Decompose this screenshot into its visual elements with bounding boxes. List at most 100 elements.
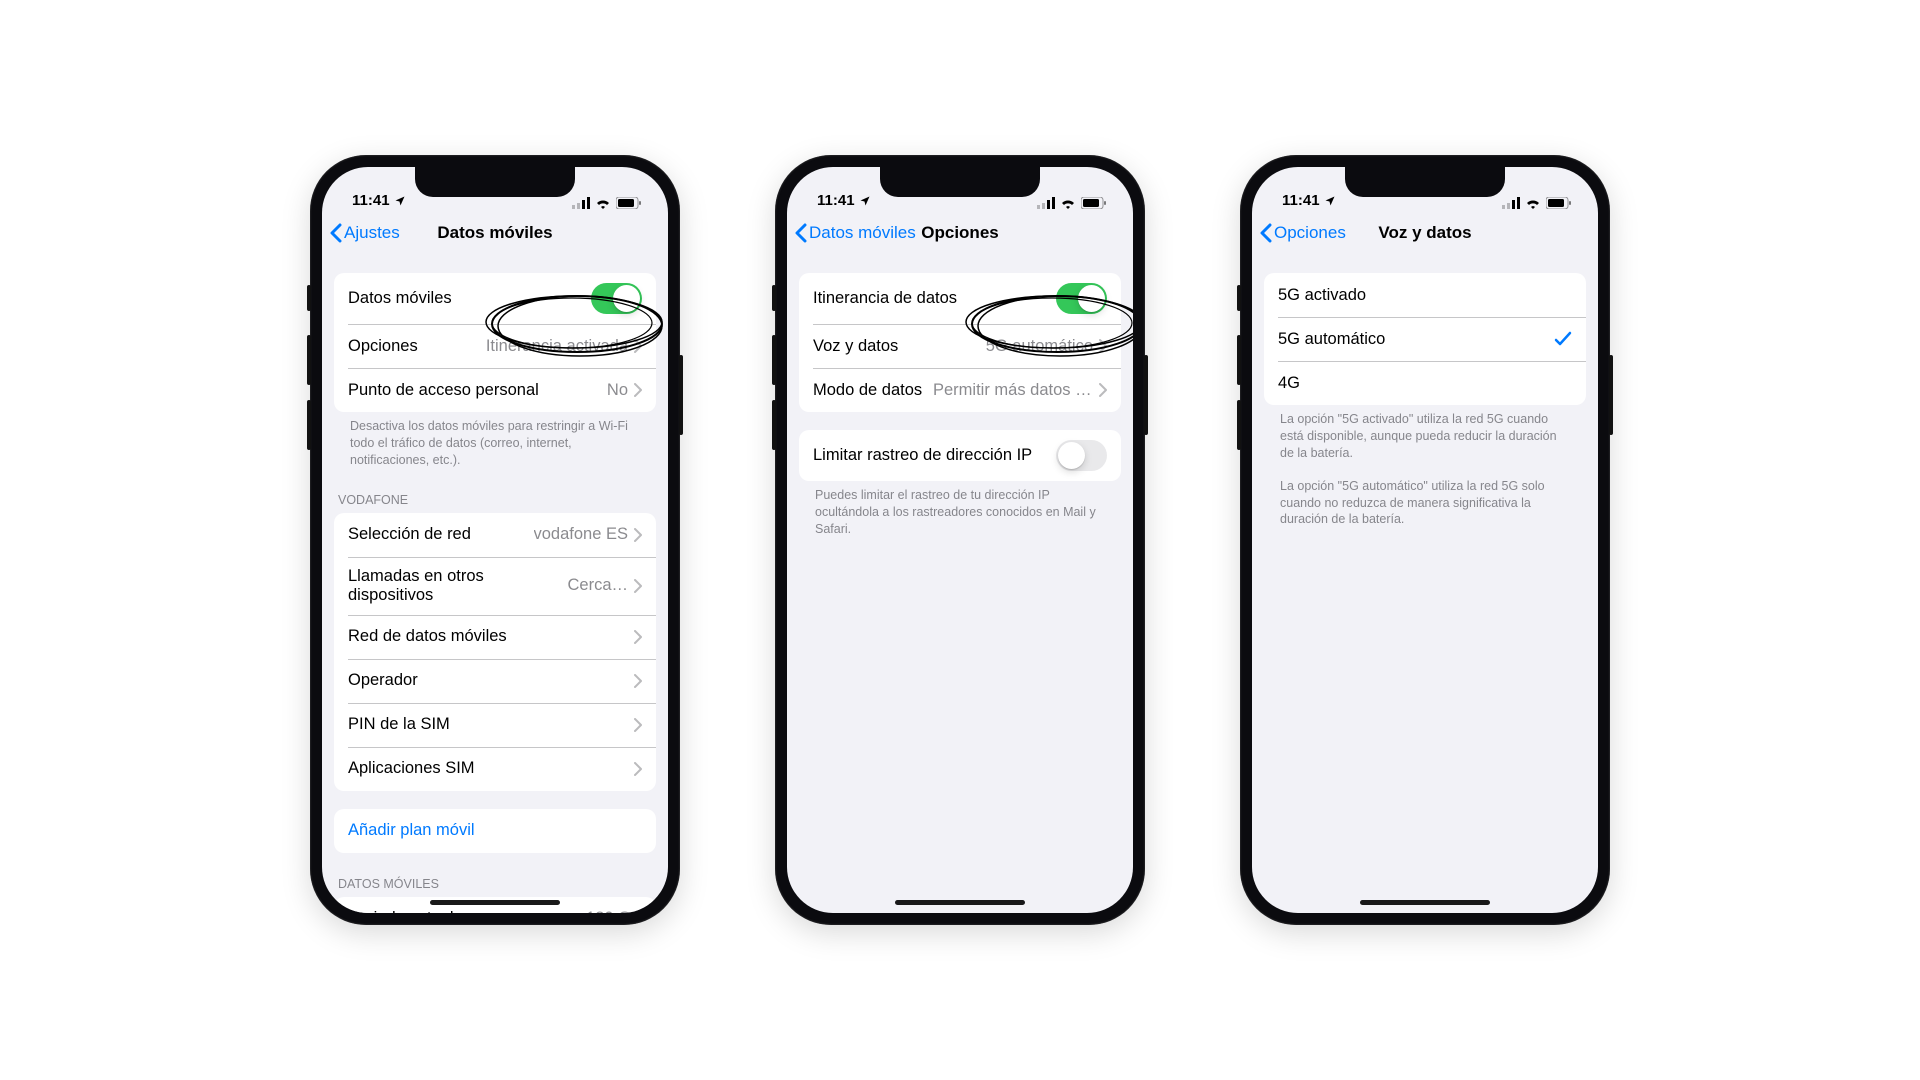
section-header-usage: DATOS MÓVILES — [322, 877, 668, 897]
section-header-vodafone: VODAFONE — [322, 493, 668, 513]
chevron-left-icon — [330, 223, 342, 243]
row-4g[interactable]: 4G — [1264, 361, 1586, 405]
group-ip-tracking: Limitar rastreo de dirección IP Puedes l… — [799, 430, 1121, 538]
screen-1: 11:41 Ajustes Datos móviles Datos — [322, 167, 668, 913]
row-limit-ip-tracking[interactable]: Limitar rastreo de dirección IP — [799, 430, 1121, 481]
row-value: vodafone ES — [534, 525, 629, 544]
group-footer: Desactiva los datos móviles para restrin… — [334, 412, 656, 469]
row-label: Operador — [348, 671, 418, 690]
data-roaming-toggle[interactable] — [1056, 283, 1107, 314]
mute-switch — [1237, 285, 1241, 311]
mute-switch — [772, 285, 776, 311]
volume-down-button — [307, 400, 311, 450]
notch — [880, 167, 1040, 197]
row-data-network[interactable]: Red de datos móviles — [334, 615, 656, 659]
group-options: Itinerancia de datos Voz y datos 5G auto… — [799, 273, 1121, 412]
mobile-data-toggle[interactable] — [591, 283, 642, 314]
group-vodafone: Selección de red vodafone ES Llamadas en… — [334, 513, 656, 791]
row-label: Modo de datos — [813, 381, 922, 400]
location-icon — [1324, 195, 1336, 207]
limit-ip-tracking-toggle[interactable] — [1056, 440, 1107, 471]
row-value: 180 GB — [586, 909, 642, 913]
cellular-icon — [1037, 197, 1055, 209]
home-indicator — [895, 900, 1025, 905]
row-label: Selección de red — [348, 525, 471, 544]
chevron-left-icon — [1260, 223, 1272, 243]
back-button[interactable]: Ajustes — [330, 211, 400, 254]
row-label: Llamadas en otros dispositivos — [348, 567, 558, 605]
nav-bar: Datos móviles Opciones — [787, 211, 1133, 255]
row-label: 5G activado — [1278, 286, 1366, 305]
group-footer-2: La opción "5G automático" utiliza la red… — [1264, 472, 1586, 529]
group-footer: Puedes limitar el rastreo de tu direcció… — [799, 481, 1121, 538]
row-5g-on[interactable]: 5G activado — [1264, 273, 1586, 317]
group-add-plan: Añadir plan móvil — [334, 809, 656, 853]
nav-title: Datos móviles — [437, 223, 552, 243]
group-voice-data-options: 5G activado 5G automático 4G La opción "… — [1264, 273, 1586, 528]
chevron-right-icon — [1099, 383, 1107, 397]
row-sim-pin[interactable]: PIN de la SIM — [334, 703, 656, 747]
power-button — [679, 355, 683, 435]
notch — [415, 167, 575, 197]
chevron-right-icon — [1099, 339, 1107, 353]
row-label: Aplicaciones SIM — [348, 759, 475, 778]
battery-icon — [1546, 197, 1572, 209]
iphone-mockup-1: 11:41 Ajustes Datos móviles Datos — [310, 155, 680, 925]
screen-3: 11:41 Opciones Voz y datos 5G activado — [1252, 167, 1598, 913]
back-button[interactable]: Datos móviles — [795, 211, 916, 254]
battery-icon — [1081, 197, 1107, 209]
power-button — [1144, 355, 1148, 435]
content-area: Datos móviles Opciones Itinerancia activ… — [322, 255, 668, 913]
chevron-left-icon — [795, 223, 807, 243]
row-calls-other-devices[interactable]: Llamadas en otros dispositivos Cerca… — [334, 557, 656, 615]
power-button — [1609, 355, 1613, 435]
screen-2: 11:41 Datos móviles Opciones Itinerancia… — [787, 167, 1133, 913]
row-operator[interactable]: Operador — [334, 659, 656, 703]
mute-switch — [307, 285, 311, 311]
row-add-plan[interactable]: Añadir plan móvil — [334, 809, 656, 853]
back-label: Ajustes — [344, 223, 400, 243]
row-label: Añadir plan móvil — [348, 821, 475, 840]
chevron-right-icon — [634, 383, 642, 397]
cellular-icon — [1502, 197, 1520, 209]
row-value: 5G automático — [986, 337, 1093, 356]
row-label: Punto de acceso personal — [348, 381, 539, 400]
row-label: Opciones — [348, 337, 418, 356]
back-button[interactable]: Opciones — [1260, 211, 1346, 254]
row-label: Voz y datos — [813, 337, 898, 356]
group-footer-1: La opción "5G activado" utiliza la red 5… — [1264, 405, 1586, 462]
row-data-mode[interactable]: Modo de datos Permitir más datos en… — [799, 368, 1121, 412]
row-label: Datos móviles — [348, 289, 452, 308]
row-hotspot[interactable]: Punto de acceso personal No — [334, 368, 656, 412]
status-time: 11:41 — [817, 192, 855, 209]
row-label: PIN de la SIM — [348, 715, 450, 734]
row-value: No — [607, 381, 628, 400]
chevron-right-icon — [634, 339, 642, 353]
row-value: Cerca… — [567, 576, 628, 595]
row-voice-data[interactable]: Voz y datos 5G automático — [799, 324, 1121, 368]
volume-down-button — [1237, 400, 1241, 450]
notch — [1345, 167, 1505, 197]
row-sim-apps[interactable]: Aplicaciones SIM — [334, 747, 656, 791]
volume-up-button — [307, 335, 311, 385]
row-network-selection[interactable]: Selección de red vodafone ES — [334, 513, 656, 557]
chevron-right-icon — [634, 762, 642, 776]
location-icon — [859, 195, 871, 207]
row-value: Permitir más datos en… — [933, 381, 1093, 400]
row-label: Red de datos móviles — [348, 627, 507, 646]
home-indicator — [1360, 900, 1490, 905]
chevron-right-icon — [634, 579, 642, 593]
row-data-roaming[interactable]: Itinerancia de datos — [799, 273, 1121, 324]
home-indicator — [430, 900, 560, 905]
row-options[interactable]: Opciones Itinerancia activada — [334, 324, 656, 368]
content-area: Itinerancia de datos Voz y datos 5G auto… — [787, 255, 1133, 913]
content-area: 5G activado 5G automático 4G La opción "… — [1252, 255, 1598, 913]
row-label: 5G automático — [1278, 330, 1385, 349]
nav-bar: Ajustes Datos móviles — [322, 211, 668, 255]
row-5g-auto[interactable]: 5G automático — [1264, 317, 1586, 361]
row-mobile-data-toggle[interactable]: Datos móviles — [334, 273, 656, 324]
nav-title: Opciones — [921, 223, 998, 243]
wifi-icon — [595, 197, 611, 209]
nav-title: Voz y datos — [1378, 223, 1471, 243]
cellular-icon — [572, 197, 590, 209]
